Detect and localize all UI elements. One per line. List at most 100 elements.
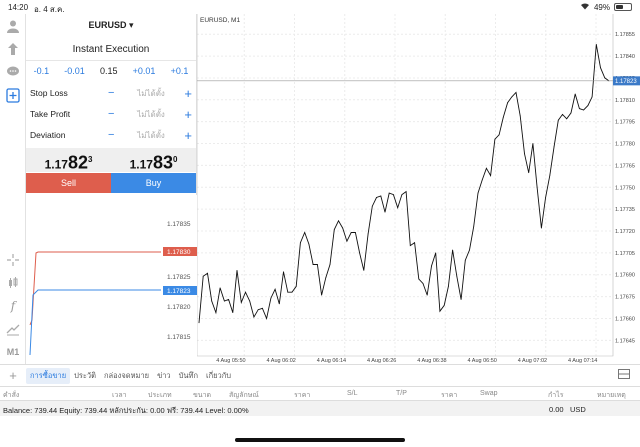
price-point (270, 297, 272, 299)
user-icon[interactable] (3, 16, 23, 36)
price-point (300, 242, 301, 244)
tab-mailbox[interactable]: กล่องจดหมาย (100, 370, 153, 382)
price-point (469, 249, 470, 251)
price-point (536, 186, 538, 188)
price-point (317, 264, 318, 265)
price-point (342, 227, 344, 229)
price-point (295, 286, 297, 287)
crosshair-icon[interactable] (3, 250, 23, 270)
currency-label: USD (570, 405, 586, 414)
stop-loss-plus-button[interactable]: + (184, 86, 192, 101)
deviation-field[interactable]: ไม่ได้ตั้ง (126, 129, 176, 142)
objects-icon[interactable] (3, 319, 23, 339)
status-right: 49% (580, 2, 632, 12)
take-profit-minus-button[interactable]: − (108, 108, 126, 120)
deviation-label: Deviation (30, 130, 66, 140)
volume-value[interactable]: 0.15 (100, 66, 118, 76)
take-profit-field[interactable]: ไม่ได้ตั้ง (126, 108, 176, 121)
y-tick-label: 1.17780 (615, 142, 635, 148)
price-point (359, 252, 360, 254)
price-point (600, 67, 601, 69)
price-point (262, 307, 263, 309)
volume-minus-0-1[interactable]: -0.1 (34, 66, 50, 76)
buy-price: 1.17830 (129, 152, 178, 173)
home-indicator[interactable] (235, 438, 405, 442)
price-point (397, 207, 399, 209)
volume-minus-0-01[interactable]: -0.01 (64, 66, 85, 76)
tick-label: 1.17825 (167, 274, 191, 281)
sell-button[interactable]: Sell (26, 173, 111, 193)
battery-icon (614, 3, 632, 11)
tab-journal[interactable]: บันทึก (175, 370, 202, 382)
symbol-selector[interactable]: EURUSD ▾ (26, 20, 196, 31)
chart-title: EURUSD, M1 (200, 17, 240, 24)
price-point (435, 252, 437, 254)
take-profit-plus-button[interactable]: + (184, 107, 192, 122)
price-point (570, 112, 572, 114)
price-point (367, 233, 369, 235)
indicator-icon[interactable]: f (3, 296, 23, 316)
price-point (426, 294, 428, 296)
y-tick-label: 1.17765 (615, 163, 635, 169)
balance-bar: Balance: 739.44 Equity: 739.44 หลักประกั… (0, 400, 640, 416)
chart-grid (197, 14, 614, 357)
panel-toggle-icon[interactable] (618, 369, 630, 382)
terminal-tabs: + การซื้อขาย ประวัติ กล่องจดหมาย ข่าว บั… (0, 364, 640, 386)
left-toolbar: f M1 (0, 14, 26, 364)
volume-steps: -0.1 -0.01 0.15 +0.01 +0.1 (26, 66, 196, 76)
price-point (443, 305, 445, 306)
column-header: Swap (480, 390, 498, 397)
price-point (557, 119, 559, 121)
price-point (553, 146, 555, 147)
price-point (236, 270, 238, 271)
candles-icon[interactable] (3, 273, 23, 293)
execution-type[interactable]: Instant Execution (26, 44, 196, 55)
price-points (198, 44, 610, 324)
price-point (477, 192, 479, 194)
y-tick-label: 1.17720 (615, 229, 635, 235)
price-point (278, 303, 280, 305)
tab-news[interactable]: ข่าว (153, 370, 175, 382)
price-point (431, 265, 432, 267)
tab-history[interactable]: ประวัติ (70, 370, 100, 382)
chat-icon[interactable] (3, 62, 23, 82)
y-tick-label: 1.17705 (615, 251, 635, 257)
price-point (502, 116, 504, 118)
buy-button[interactable]: Buy (111, 173, 196, 193)
price-point (515, 92, 517, 93)
y-tick-label: 1.17810 (615, 98, 635, 104)
timeframe-button[interactable]: M1 (3, 342, 23, 362)
price-point (371, 205, 373, 207)
deviation-plus-button[interactable]: + (184, 128, 192, 143)
price-point (329, 264, 331, 265)
stop-loss-field[interactable]: ไม่ได้ตั้ง (126, 87, 176, 100)
tab-about[interactable]: เกี่ยวกับ (202, 370, 235, 382)
price-point (207, 272, 208, 274)
stop-loss-minus-button[interactable]: − (108, 87, 126, 99)
take-profit-label: Take Profit (30, 109, 71, 119)
price-chart[interactable]: EURUSD, M1 1.178551.178401.178251.178101… (197, 14, 640, 364)
trade-icon[interactable] (3, 39, 23, 59)
add-button[interactable]: + (0, 368, 26, 383)
tab-trade[interactable]: การซื้อขาย (26, 367, 71, 384)
stop-loss-row: Stop Loss − ไม่ได้ตั้ง + (30, 83, 192, 103)
bid-price-label: 1.17823 (167, 288, 191, 295)
price-point (338, 220, 339, 222)
volume-plus-0-01[interactable]: +0.01 (133, 66, 156, 76)
price-point (333, 229, 335, 230)
y-tick-label: 1.17855 (615, 32, 635, 38)
price-point (380, 195, 382, 197)
new-order-icon[interactable] (3, 85, 23, 105)
price-point (405, 191, 407, 193)
battery-fill (616, 5, 624, 9)
price-point (460, 299, 462, 300)
symbol-label: EURUSD (88, 20, 127, 30)
price-point (528, 172, 530, 174)
current-price-label: 1.17823 (615, 79, 637, 85)
deviation-minus-button[interactable]: − (108, 129, 126, 141)
price-point (308, 243, 310, 245)
sell-price: 1.17823 (44, 152, 93, 173)
price-point (456, 275, 458, 277)
volume-plus-0-1[interactable]: +0.1 (171, 66, 189, 76)
price-point (507, 102, 508, 104)
